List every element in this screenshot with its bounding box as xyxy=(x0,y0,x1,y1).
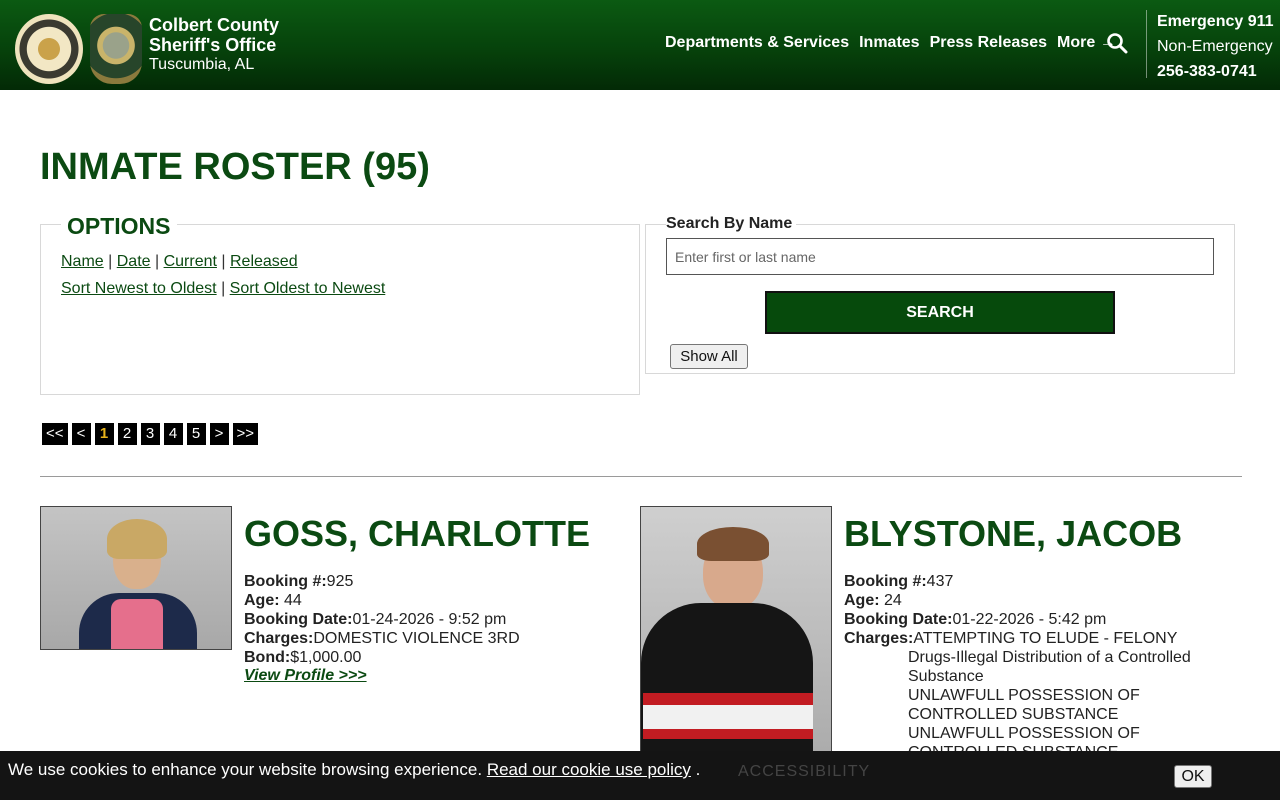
filter-current-link[interactable]: Current xyxy=(164,253,217,270)
nav-press-releases[interactable]: Press Releases xyxy=(930,34,1047,52)
booking-number: 925 xyxy=(326,573,354,590)
section-divider xyxy=(40,476,1242,477)
sort-by-date-link[interactable]: Date xyxy=(117,253,151,270)
inmate-photo[interactable] xyxy=(40,506,232,650)
inmate-charges: Charges:ATTEMPTING TO ELUDE - FELONY xyxy=(844,629,1177,648)
photo-figure-stripe xyxy=(643,729,813,739)
view-profile-link[interactable]: View Profile >>> xyxy=(244,667,367,685)
sort-newest-link[interactable]: Sort Newest to Oldest xyxy=(61,280,217,297)
options-legend: OPTIONS xyxy=(61,213,177,240)
nav-more-label[interactable]: More xyxy=(1057,34,1095,51)
booking-date-value: 01-22-2026 - 5:42 pm xyxy=(952,611,1107,628)
brand-name-line2[interactable]: Sheriff's Office xyxy=(149,35,279,55)
charges-label: Charges: xyxy=(244,630,314,647)
accessibility-toolbar-behind: ACCESSIBILITY xyxy=(738,763,871,780)
county-seal-logo[interactable] xyxy=(15,14,83,84)
page-title: INMATE ROSTER (95) xyxy=(40,146,430,188)
page-5[interactable]: 5 xyxy=(186,423,206,445)
charge-item: UNLAWFULL POSSESSION OF CONTROLLED SUBST… xyxy=(908,687,1140,723)
search-name-input[interactable] xyxy=(666,238,1214,275)
sheriff-badge-logo[interactable] xyxy=(90,14,142,84)
page-1[interactable]: 1 xyxy=(94,423,114,445)
inmate-booking: Booking #:925 xyxy=(244,572,353,591)
page-3[interactable]: 3 xyxy=(140,423,160,445)
photo-figure-shirt xyxy=(111,599,163,649)
inmate-charges: Charges:DOMESTIC VIOLENCE 3RD xyxy=(244,629,520,648)
bond-value: $1,000.00 xyxy=(290,649,362,666)
emergency-911[interactable]: Emergency 911 xyxy=(1157,9,1274,34)
header-divider xyxy=(1146,10,1147,78)
inmate-booking-date: Booking Date:01-22-2026 - 5:42 pm xyxy=(844,610,1106,629)
charge-item: DOMESTIC VIOLENCE 3RD xyxy=(313,630,520,647)
booking-number: 437 xyxy=(926,573,954,590)
cookie-policy-link[interactable]: Read our cookie use policy xyxy=(487,760,691,779)
show-all-button[interactable]: Show All xyxy=(670,344,748,369)
nav-inmates[interactable]: Inmates xyxy=(859,34,919,52)
inmate-age: Age: 44 xyxy=(244,591,302,610)
sort-order-links: Sort Newest to Oldest | Sort Oldest to N… xyxy=(61,280,385,298)
age-value: 44 xyxy=(279,592,302,609)
inmate-booking: Booking #:437 xyxy=(844,572,953,591)
non-emergency-phone[interactable]: 256-383-0741 xyxy=(1157,59,1274,84)
site-brand[interactable]: Colbert County Sheriff's Office Tuscumbi… xyxy=(149,15,279,75)
photo-figure-stripe-white xyxy=(643,705,813,729)
cookie-period: . xyxy=(690,760,701,779)
page-2[interactable]: 2 xyxy=(117,423,137,445)
page-last[interactable]: >> xyxy=(232,423,259,445)
photo-figure-hair xyxy=(107,519,167,559)
options-panel xyxy=(40,224,640,395)
booking-date-value: 01-24-2026 - 9:52 pm xyxy=(352,611,507,628)
cookie-text: We use cookies to enhance your website b… xyxy=(8,760,483,779)
inmate-age: Age: 24 xyxy=(844,591,902,610)
inmate-photo[interactable] xyxy=(640,506,832,766)
separator: | xyxy=(216,253,230,270)
page-first[interactable]: << xyxy=(42,423,68,445)
page-prev[interactable]: < xyxy=(71,423,91,445)
booking-date-label: Booking Date: xyxy=(244,611,353,628)
separator: | xyxy=(216,280,230,297)
search-icon[interactable] xyxy=(1106,32,1128,54)
photo-figure-body xyxy=(641,603,813,765)
age-label: Age: xyxy=(244,592,280,609)
emergency-contacts: Emergency 911 Non-Emergency 256-383-0741 xyxy=(1157,9,1274,84)
nav-departments-services[interactable]: Departments & Services xyxy=(665,34,849,52)
page-next[interactable]: > xyxy=(209,423,229,445)
search-button[interactable]: SEARCH xyxy=(765,291,1115,334)
booking-label: Booking #: xyxy=(244,573,327,590)
booking-label: Booking #: xyxy=(844,573,927,590)
photo-figure-stripe xyxy=(643,693,813,705)
cookie-banner: ACCESSIBILITY We use cookies to enhance … xyxy=(0,751,1280,800)
inmate-name[interactable]: GOSS, CHARLOTTE xyxy=(244,513,590,555)
main-nav: Departments & Services Inmates Press Rel… xyxy=(665,34,1116,52)
filter-released-link[interactable]: Released xyxy=(230,253,298,270)
page-4[interactable]: 4 xyxy=(163,423,183,445)
brand-location: Tuscumbia, AL xyxy=(149,56,255,73)
age-value: 24 xyxy=(879,592,902,609)
inmate-booking-date: Booking Date:01-24-2026 - 9:52 pm xyxy=(244,610,506,629)
site-header: Colbert County Sheriff's Office Tuscumbi… xyxy=(0,0,1280,90)
sort-oldest-link[interactable]: Sort Oldest to Newest xyxy=(230,280,386,297)
non-emergency-label: Non-Emergency xyxy=(1157,38,1273,55)
separator: | xyxy=(103,253,117,270)
cookie-message: We use cookies to enhance your website b… xyxy=(8,760,700,780)
separator: | xyxy=(150,253,164,270)
booking-date-label: Booking Date: xyxy=(844,611,953,628)
charge-item: ATTEMPTING TO ELUDE - FELONY xyxy=(913,630,1178,647)
photo-figure-hair xyxy=(697,527,769,561)
sort-by-name-link[interactable]: Name xyxy=(61,253,104,270)
search-label: Search By Name xyxy=(666,215,797,233)
brand-name-line1[interactable]: Colbert County xyxy=(149,15,279,35)
inmate-bond: Bond:$1,000.00 xyxy=(244,648,361,667)
pagination: << < 1 2 3 4 5 > >> xyxy=(42,423,259,445)
bond-label: Bond: xyxy=(244,649,291,666)
charges-label: Charges: xyxy=(844,630,914,647)
age-label: Age: xyxy=(844,592,880,609)
sort-field-links: Name | Date | Current | Released xyxy=(61,253,298,271)
charge-item: Drugs-Illegal Distribution of a Controll… xyxy=(908,649,1191,685)
inmate-name[interactable]: BLYSTONE, JACOB xyxy=(844,513,1182,555)
cookie-ok-button[interactable]: OK xyxy=(1174,765,1212,788)
